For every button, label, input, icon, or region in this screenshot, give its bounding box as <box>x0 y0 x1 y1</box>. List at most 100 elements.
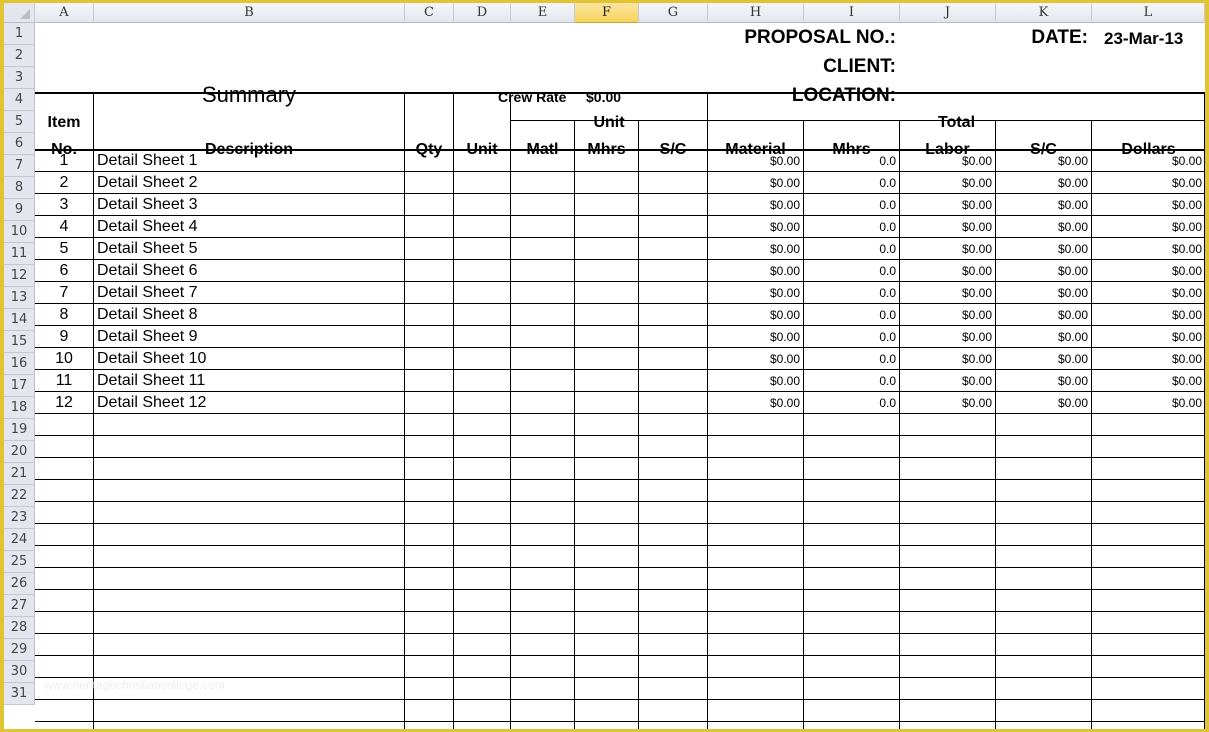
row-header-21[interactable]: 21 <box>4 463 35 485</box>
row-4-total-material[interactable]: $0.00 <box>708 217 803 237</box>
column-header-f[interactable]: F <box>575 3 639 23</box>
column-header-c[interactable]: C <box>405 3 454 23</box>
row-header-20[interactable]: 20 <box>4 441 35 463</box>
row-header-23[interactable]: 23 <box>4 507 35 529</box>
row-12-item-number[interactable]: 12 <box>35 393 93 413</box>
row-3-total-dollars[interactable]: $0.00 <box>1092 195 1205 215</box>
row-header-5[interactable]: 5 <box>4 111 35 133</box>
row-11-total-mhrs[interactable]: 0.0 <box>804 371 899 391</box>
row-6-total-material[interactable]: $0.00 <box>708 261 803 281</box>
row-header-16[interactable]: 16 <box>4 353 35 375</box>
column-header-b[interactable]: B <box>94 3 405 23</box>
row-header-28[interactable]: 28 <box>4 617 35 639</box>
row-4-total-dollars[interactable]: $0.00 <box>1092 217 1205 237</box>
row-header-10[interactable]: 10 <box>4 221 35 243</box>
row-header-2[interactable]: 2 <box>4 45 35 67</box>
row-header-12[interactable]: 12 <box>4 265 35 287</box>
row-header-15[interactable]: 15 <box>4 331 35 353</box>
row-header-4[interactable]: 4 <box>4 89 35 111</box>
row-header-31[interactable]: 31 <box>4 683 35 705</box>
row-header-6[interactable]: 6 <box>4 133 35 155</box>
row-header-24[interactable]: 24 <box>4 529 35 551</box>
row-5-description[interactable]: Detail Sheet 5 <box>97 239 397 259</box>
row-header-27[interactable]: 27 <box>4 595 35 617</box>
row-7-description[interactable]: Detail Sheet 7 <box>97 283 397 303</box>
row-header-30[interactable]: 30 <box>4 661 35 683</box>
row-10-item-number[interactable]: 10 <box>35 349 93 369</box>
row-12-total-sc[interactable]: $0.00 <box>996 393 1091 413</box>
row-3-item-number[interactable]: 3 <box>35 195 93 215</box>
row-7-item-number[interactable]: 7 <box>35 283 93 303</box>
row-3-total-mhrs[interactable]: 0.0 <box>804 195 899 215</box>
row-6-total-mhrs[interactable]: 0.0 <box>804 261 899 281</box>
row-header-26[interactable]: 26 <box>4 573 35 595</box>
row-7-total-mhrs[interactable]: 0.0 <box>804 283 899 303</box>
column-header-h[interactable]: H <box>708 3 804 23</box>
row-9-total-sc[interactable]: $0.00 <box>996 327 1091 347</box>
column-header-i[interactable]: I <box>804 3 900 23</box>
column-header-l[interactable]: L <box>1092 3 1205 23</box>
proposal-value[interactable] <box>900 27 996 51</box>
column-header-j[interactable]: J <box>900 3 996 23</box>
row-6-total-labor[interactable]: $0.00 <box>900 261 995 281</box>
row-12-total-material[interactable]: $0.00 <box>708 393 803 413</box>
row-5-total-mhrs[interactable]: 0.0 <box>804 239 899 259</box>
row-4-total-mhrs[interactable]: 0.0 <box>804 217 899 237</box>
row-6-total-sc[interactable]: $0.00 <box>996 261 1091 281</box>
column-header-k[interactable]: K <box>996 3 1092 23</box>
row-12-description[interactable]: Detail Sheet 12 <box>97 393 397 413</box>
row-8-total-material[interactable]: $0.00 <box>708 305 803 325</box>
row-10-total-labor[interactable]: $0.00 <box>900 349 995 369</box>
column-header-a[interactable]: A <box>35 3 94 23</box>
row-1-total-labor[interactable]: $0.00 <box>900 151 995 171</box>
row-header-29[interactable]: 29 <box>4 639 35 661</box>
row-9-item-number[interactable]: 9 <box>35 327 93 347</box>
row-11-total-material[interactable]: $0.00 <box>708 371 803 391</box>
row-2-total-dollars[interactable]: $0.00 <box>1092 173 1205 193</box>
row-2-total-mhrs[interactable]: 0.0 <box>804 173 899 193</box>
row-6-total-dollars[interactable]: $0.00 <box>1092 261 1205 281</box>
row-4-total-labor[interactable]: $0.00 <box>900 217 995 237</box>
row-5-total-material[interactable]: $0.00 <box>708 239 803 259</box>
row-2-description[interactable]: Detail Sheet 2 <box>97 173 397 193</box>
row-2-total-labor[interactable]: $0.00 <box>900 173 995 193</box>
row-8-item-number[interactable]: 8 <box>35 305 93 325</box>
row-9-total-material[interactable]: $0.00 <box>708 327 803 347</box>
spreadsheet-grid[interactable]: ABCDEFGHIJKL 1 2 3 4 5 6 7 8 9 10 11 12 13 14 15 16 17 18… <box>4 3 1205 729</box>
row-10-total-sc[interactable]: $0.00 <box>996 349 1091 369</box>
row-12-total-mhrs[interactable]: 0.0 <box>804 393 899 413</box>
row-10-total-dollars[interactable]: $0.00 <box>1092 349 1205 369</box>
row-7-total-dollars[interactable]: $0.00 <box>1092 283 1205 303</box>
row-header-19[interactable]: 19 <box>4 419 35 441</box>
row-1-total-mhrs[interactable]: 0.0 <box>804 151 899 171</box>
select-all-button[interactable] <box>4 3 35 23</box>
row-header-7[interactable]: 7 <box>4 155 35 177</box>
row-11-total-labor[interactable]: $0.00 <box>900 371 995 391</box>
row-header-22[interactable]: 22 <box>4 485 35 507</box>
row-header-13[interactable]: 13 <box>4 287 35 309</box>
row-1-item-number[interactable]: 1 <box>35 151 93 171</box>
row-1-total-dollars[interactable]: $0.00 <box>1092 151 1205 171</box>
row-10-total-mhrs[interactable]: 0.0 <box>804 349 899 369</box>
row-1-total-material[interactable]: $0.00 <box>708 151 803 171</box>
row-5-item-number[interactable]: 5 <box>35 239 93 259</box>
row-5-total-sc[interactable]: $0.00 <box>996 239 1091 259</box>
column-header-d[interactable]: D <box>454 3 511 23</box>
row-6-item-number[interactable]: 6 <box>35 261 93 281</box>
row-8-total-labor[interactable]: $0.00 <box>900 305 995 325</box>
row-12-total-dollars[interactable]: $0.00 <box>1092 393 1205 413</box>
row-11-total-sc[interactable]: $0.00 <box>996 371 1091 391</box>
row-2-item-number[interactable]: 2 <box>35 173 93 193</box>
row-4-description[interactable]: Detail Sheet 4 <box>97 217 397 237</box>
column-header-e[interactable]: E <box>511 3 575 23</box>
row-7-total-labor[interactable]: $0.00 <box>900 283 995 303</box>
row-header-17[interactable]: 17 <box>4 375 35 397</box>
date-value[interactable]: 23-Mar-13 <box>1104 29 1183 49</box>
row-12-total-labor[interactable]: $0.00 <box>900 393 995 413</box>
row-header-18[interactable]: 18 <box>4 397 35 419</box>
row-header-1[interactable]: 1 <box>4 23 35 45</box>
row-header-25[interactable]: 25 <box>4 551 35 573</box>
row-2-total-sc[interactable]: $0.00 <box>996 173 1091 193</box>
row-10-description[interactable]: Detail Sheet 10 <box>97 349 397 369</box>
row-8-total-mhrs[interactable]: 0.0 <box>804 305 899 325</box>
